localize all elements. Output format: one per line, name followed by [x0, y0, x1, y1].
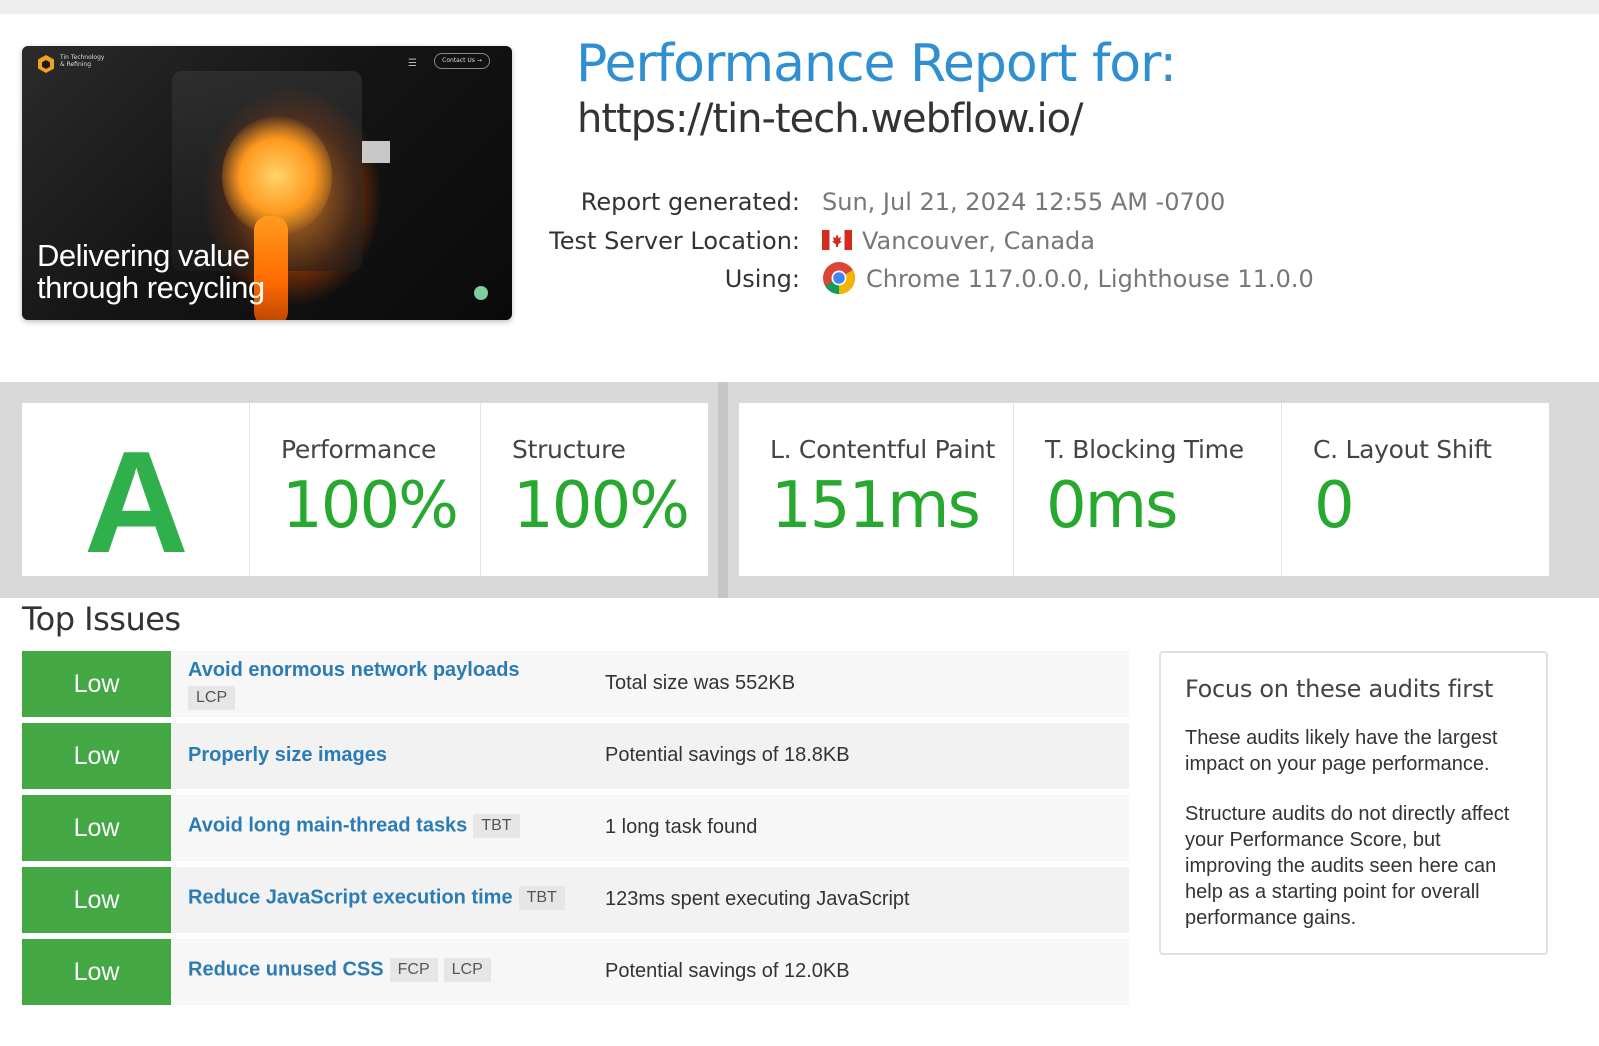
- grade-letter: A: [84, 421, 189, 583]
- tbt-value: 0ms: [1046, 469, 1178, 543]
- issue-link[interactable]: Reduce JavaScript execution time: [188, 886, 513, 908]
- lcp-cell: L. Contentful Paint 151ms: [739, 403, 1014, 576]
- issue-row[interactable]: Low Avoid enormous network payloads LCP …: [22, 651, 1129, 717]
- cls-cell: C. Layout Shift 0: [1282, 403, 1549, 576]
- contact-button: Contact Us →: [434, 53, 490, 69]
- issue-description: Total size was 552KB: [605, 672, 796, 694]
- tbt-cell: T. Blocking Time 0ms: [1014, 403, 1282, 576]
- focus-paragraph-2: Structure audits do not directly affect …: [1185, 803, 1510, 929]
- structure-label: Structure: [512, 435, 626, 464]
- issue-link-wrap[interactable]: Reduce JavaScript execution time TBT: [188, 886, 565, 910]
- issue-description: Potential savings of 12.0KB: [605, 960, 850, 982]
- issue-row[interactable]: Low Reduce unused CSS FCP LCP Potential sa…: [22, 939, 1129, 1005]
- chrome-icon: [823, 262, 855, 294]
- issue-row[interactable]: Low Properly size images Potential savin…: [22, 723, 1129, 789]
- metric-tag: TBT: [518, 886, 565, 910]
- cls-value: 0: [1314, 469, 1355, 543]
- issue-link[interactable]: Avoid long main-thread tasks: [188, 814, 467, 836]
- tbt-label: T. Blocking Time: [1045, 435, 1244, 464]
- meta-generated-value: Sun, Jul 21, 2024 12:55 AM -0700: [822, 188, 1226, 216]
- metric-tag: TBT: [473, 814, 520, 838]
- issue-row[interactable]: Low Avoid long main-thread tasks TBT 1 lo…: [22, 795, 1129, 861]
- score-band-divider: [718, 382, 728, 598]
- issue-link[interactable]: Reduce unused CSS: [188, 958, 384, 980]
- metric-tag: LCP: [188, 686, 236, 710]
- hamburger-menu-icon: ☰: [408, 58, 417, 69]
- report-title: Performance Report for:: [576, 34, 1177, 94]
- meta-generated-value-row: Sun, Jul 21, 2024 12:55 AM -0700: [0, 185, 1599, 219]
- severity-badge: Low: [22, 939, 171, 1005]
- severity-badge: Low: [22, 651, 171, 717]
- issue-row[interactable]: Low Reduce JavaScript execution time TBT …: [22, 867, 1129, 933]
- focus-title: Focus on these audits first: [1185, 675, 1494, 703]
- performance-label: Performance: [281, 435, 437, 464]
- meta-location-value: Vancouver, Canada: [862, 227, 1095, 255]
- site-logo-icon: [38, 55, 54, 73]
- metric-tag: LCP: [443, 958, 491, 982]
- meta-using-value-row: Chrome 117.0.0.0, Lighthouse 11.0.0: [0, 262, 1599, 296]
- report-url[interactable]: https://tin-tech.webflow.io/: [577, 96, 1084, 142]
- issue-link-wrap[interactable]: Avoid long main-thread tasks TBT: [188, 814, 520, 838]
- severity-badge: Low: [22, 723, 171, 789]
- top-issues-title: Top Issues: [22, 600, 181, 638]
- web-vitals-card: L. Contentful Paint 151ms T. Blocking Ti…: [739, 403, 1549, 576]
- furnace-window: [362, 141, 390, 163]
- issue-link[interactable]: Avoid enormous network payloads: [188, 659, 520, 682]
- meta-location-value-row: Vancouver, Canada: [0, 224, 1599, 258]
- issue-description: 123ms spent executing JavaScript: [605, 888, 910, 910]
- lcp-value: 151ms: [771, 469, 981, 543]
- issue-link[interactable]: Properly size images: [188, 744, 387, 767]
- severity-badge: Low: [22, 867, 171, 933]
- top-bar: [0, 0, 1599, 14]
- canada-flag-icon: [822, 230, 852, 250]
- meta-location-value-wrap: Vancouver, Canada: [822, 224, 1095, 258]
- severity-badge: Low: [22, 795, 171, 861]
- issue-description: 1 long task found: [605, 816, 758, 838]
- issue-link-wrap[interactable]: Reduce unused CSS FCP LCP: [188, 958, 491, 982]
- meta-using-value-wrap: Chrome 117.0.0.0, Lighthouse 11.0.0: [822, 262, 1314, 297]
- grade-card: A Performance 100% Structure 100%: [22, 403, 708, 583]
- focus-paragraph-1: These audits likely have the largest imp…: [1185, 727, 1498, 775]
- issue-description: Potential savings of 18.8KB: [605, 744, 850, 766]
- grade-cell: A: [22, 403, 250, 583]
- site-brand: Tin Technology & Refining: [60, 54, 105, 68]
- metric-tag: FCP: [389, 958, 438, 982]
- performance-value: 100%: [282, 469, 459, 543]
- structure-value: 100%: [513, 469, 690, 543]
- lcp-label: L. Contentful Paint: [770, 435, 995, 464]
- cls-label: C. Layout Shift: [1313, 435, 1492, 464]
- structure-cell: Structure 100%: [481, 403, 708, 576]
- meta-using-value: Chrome 117.0.0.0, Lighthouse 11.0.0: [866, 265, 1314, 293]
- performance-cell: Performance 100%: [250, 403, 481, 576]
- focus-panel: Focus on these audits first These audits…: [1159, 651, 1548, 955]
